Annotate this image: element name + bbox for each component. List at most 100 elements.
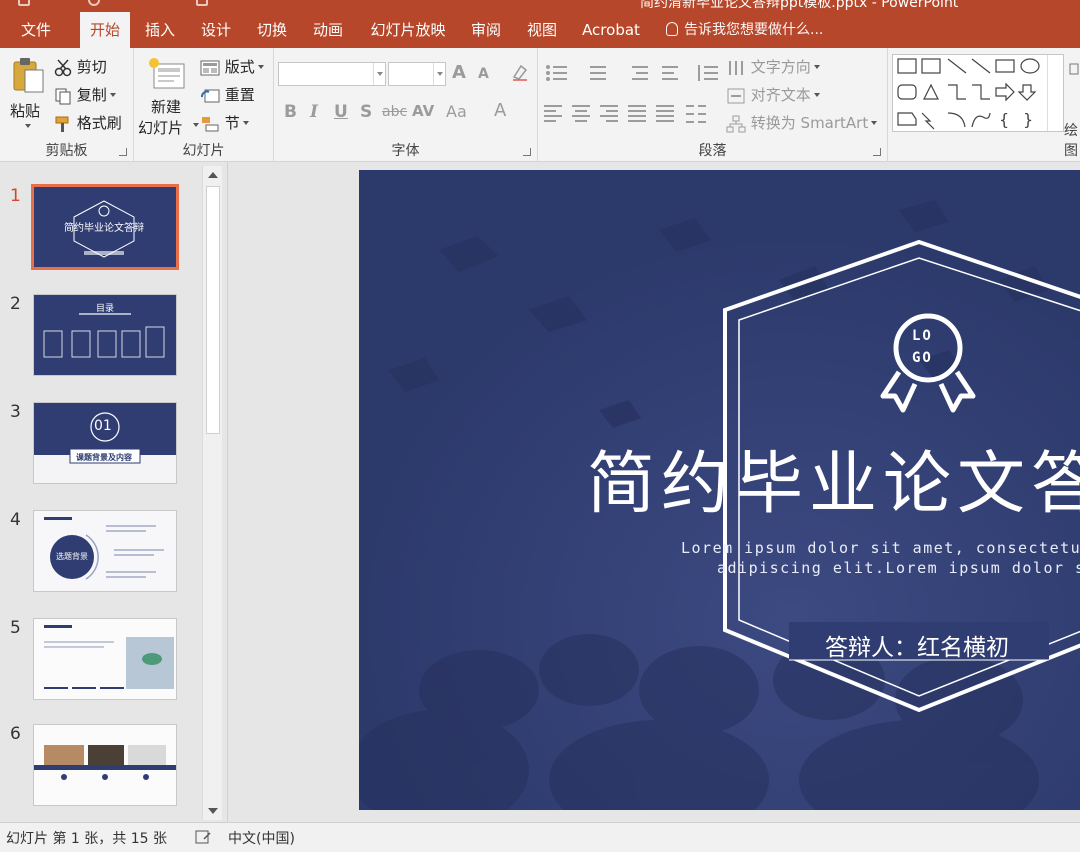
thumbnail-4[interactable]: 4 选题背景 <box>0 510 200 592</box>
shrink-font-button[interactable]: A <box>478 66 489 82</box>
thumbnail-3[interactable]: 3 01 课题背景及内容 <box>0 402 200 484</box>
slide-thumbnails-pane[interactable]: 1 简约毕业论文答辩 2 目录 3 01 课题背景及内容 4 选题背景 5 6 <box>0 162 228 822</box>
thumbnail-frame[interactable]: 选题背景 <box>33 510 177 592</box>
tab-acrobat[interactable]: Acrobat <box>574 12 648 48</box>
tab-home[interactable]: 开始 <box>80 12 130 48</box>
layout-button[interactable]: 版式 <box>200 56 264 77</box>
spellcheck-icon[interactable] <box>194 829 212 845</box>
reset-button[interactable]: 重置 <box>200 84 255 105</box>
thumbnail-2[interactable]: 2 目录 <box>0 294 200 376</box>
document-title: 简约清新毕业论文答辩ppt模板.pptx - PowerPoint <box>640 0 959 11</box>
shapes-gallery[interactable]: {} <box>892 54 1064 132</box>
reset-label: 重置 <box>224 86 255 104</box>
current-slide[interactable]: LO GO 简约毕业论文答辩 Lorem ipsum dolor sit ame… <box>359 170 1080 810</box>
thumbnail-number: 4 <box>10 510 21 530</box>
thumbnail-5[interactable]: 5 <box>0 618 200 700</box>
font-name-combo[interactable] <box>278 62 386 86</box>
shape-icons[interactable]: {} <box>893 55 1065 133</box>
underline-button[interactable]: U <box>334 102 348 122</box>
slide-editor: LO GO 简约毕业论文答辩 Lorem ipsum dolor sit ame… <box>229 162 1080 822</box>
thumbnail-6[interactable]: 6 <box>0 724 200 806</box>
logo-text-line2: GO <box>912 350 933 366</box>
thumbnail-3-preview <box>34 403 176 483</box>
language-status[interactable]: 中文(中国) <box>228 828 295 848</box>
char-spacing-button[interactable]: AV <box>412 102 434 120</box>
presenter-name[interactable]: 答辩人：红名横初 <box>825 628 1009 662</box>
svg-text:}: } <box>1023 110 1033 129</box>
thumbnail-title: 选题背景 <box>56 552 88 561</box>
tab-slideshow[interactable]: 幻灯片放映 <box>360 12 456 48</box>
clipboard-launcher-icon[interactable] <box>119 148 127 156</box>
slides-group-label: 幻灯片 <box>182 143 225 159</box>
new-slide-button[interactable]: 新建 幻灯片 <box>138 54 199 140</box>
start-slideshow-icon[interactable] <box>196 0 208 6</box>
alignment-icons[interactable] <box>544 102 724 124</box>
list-indent-icons[interactable] <box>544 62 724 84</box>
grow-font-button[interactable]: A <box>452 62 466 83</box>
align-text-icon <box>727 88 745 103</box>
new-slide-label-2: 幻灯片 <box>138 119 184 137</box>
tab-animations[interactable]: 动画 <box>304 12 352 48</box>
thumbnail-frame[interactable] <box>33 724 177 806</box>
tell-me-box[interactable]: 告诉我您想要做什么... <box>666 12 823 48</box>
slide-subtitle-line1[interactable]: Lorem ipsum dolor sit amet, consectetuer <box>681 539 1080 557</box>
copy-button[interactable]: 复制 <box>54 84 116 105</box>
undo-icon[interactable] <box>88 0 100 6</box>
align-text-button[interactable]: 对齐文本 <box>726 84 820 105</box>
paste-button[interactable]: 粘贴 <box>8 54 48 140</box>
font-launcher-icon[interactable] <box>523 148 531 156</box>
bold-button[interactable]: B <box>284 102 297 122</box>
scroll-up-icon[interactable] <box>208 172 218 178</box>
new-slide-label-1: 新建 <box>151 98 182 116</box>
convert-smartart-button[interactable]: 转换为 SmartArt <box>726 112 878 133</box>
font-color-button[interactable]: A <box>494 100 506 121</box>
status-bar: 幻灯片 第 1 张，共 15 张 中文(中国) <box>0 822 1080 852</box>
thumbnail-1[interactable]: 1 简约毕业论文答辩 <box>0 184 200 270</box>
ribbon-tab-bar: 文件 开始 插入 设计 切换 动画 幻灯片放映 审阅 视图 Acrobat 告诉… <box>0 12 1080 48</box>
tab-design[interactable]: 设计 <box>192 12 240 48</box>
slide-title[interactable]: 简约毕业论文答辩 <box>587 428 1080 527</box>
text-direction-button[interactable]: 文字方向 <box>726 56 820 77</box>
smartart-icon <box>726 115 746 132</box>
thumbnail-frame[interactable]: 目录 <box>33 294 177 376</box>
scrollbar-thumb[interactable] <box>206 186 220 434</box>
arrange-icon[interactable] <box>1068 62 1080 76</box>
thumbnails-scrollbar[interactable] <box>202 166 222 820</box>
scroll-down-icon[interactable] <box>208 808 218 814</box>
strikethrough-button[interactable]: abc <box>382 104 407 120</box>
section-button[interactable]: 节 <box>200 112 249 133</box>
tab-file[interactable]: 文件 <box>8 12 64 48</box>
font-size-combo[interactable] <box>388 62 446 86</box>
lightbulb-icon <box>666 22 678 36</box>
shadow-button[interactable]: S <box>360 102 372 122</box>
format-painter-label: 格式刷 <box>76 114 122 132</box>
cut-button[interactable]: 剪切 <box>54 56 107 77</box>
font-size-dropdown-icon[interactable] <box>433 63 445 85</box>
font-name-dropdown-icon[interactable] <box>373 63 385 85</box>
change-case-button[interactable]: Aa <box>446 102 467 121</box>
thumbnail-frame[interactable]: 简约毕业论文答辩 <box>31 184 179 270</box>
tab-transitions[interactable]: 切换 <box>248 12 296 48</box>
powerpoint-window: 简约清新毕业论文答辩ppt模板.pptx - PowerPoint 文件 开始 … <box>0 0 1080 852</box>
paragraph-group: 文字方向 对齐文本 转换为 SmartArt 段落 <box>538 48 888 162</box>
cut-label: 剪切 <box>76 58 107 76</box>
thumbnail-number: 3 <box>10 402 21 422</box>
paragraph-launcher-icon[interactable] <box>873 148 881 156</box>
italic-button[interactable]: I <box>310 102 318 122</box>
drawing-group-label: 绘图 <box>1064 123 1078 159</box>
tab-view[interactable]: 视图 <box>518 12 566 48</box>
save-icon[interactable] <box>18 0 30 6</box>
tab-review[interactable]: 审阅 <box>462 12 510 48</box>
slide-subtitle-line2[interactable]: adipiscing elit.Lorem ipsum dolor sit <box>717 559 1080 577</box>
clipboard-group-label: 剪贴板 <box>45 143 88 159</box>
format-painter-button[interactable]: 格式刷 <box>54 112 122 133</box>
clear-formatting-icon[interactable] <box>510 62 530 82</box>
format-painter-icon <box>55 116 69 132</box>
thumbnail-frame[interactable] <box>33 618 177 700</box>
title-bar: 简约清新毕业论文答辩ppt模板.pptx - PowerPoint <box>0 0 1080 12</box>
tab-insert[interactable]: 插入 <box>136 12 184 48</box>
thumbnail-frame[interactable]: 01 课题背景及内容 <box>33 402 177 484</box>
shapes-scroll[interactable] <box>1047 55 1063 131</box>
thumbnail-number: 5 <box>10 618 21 638</box>
thumbnail-title: 课题背景及内容 <box>76 453 132 462</box>
